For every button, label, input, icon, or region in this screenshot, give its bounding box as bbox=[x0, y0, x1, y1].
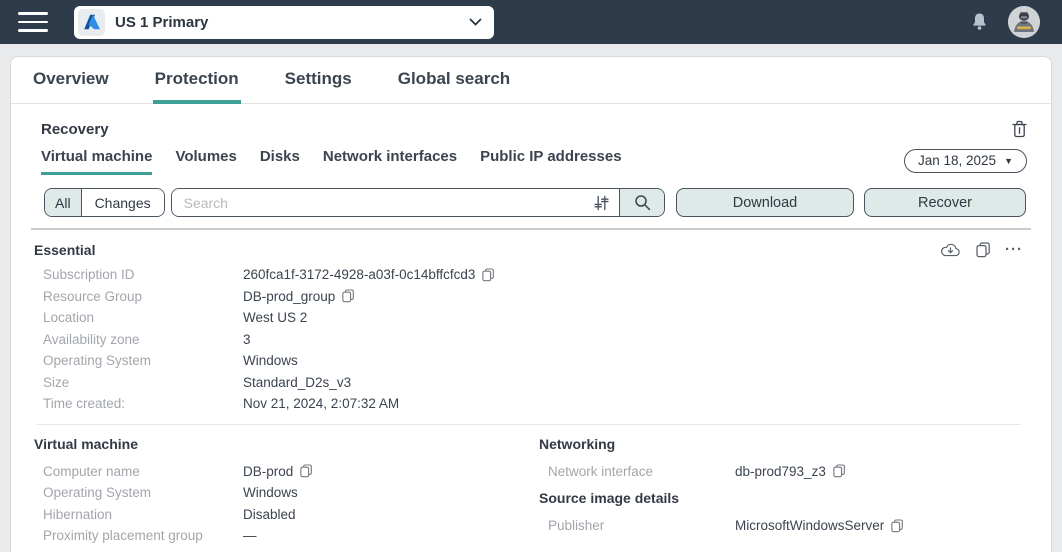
search-box bbox=[170, 188, 665, 217]
subtab-volumes[interactable]: Volumes bbox=[175, 148, 236, 175]
essential-properties-list: Subscription ID 260fca1f-3172-4928-a03f-… bbox=[34, 264, 1027, 415]
recover-button[interactable]: Recover bbox=[864, 188, 1026, 217]
detail-row: Network interface db-prod793_z3 bbox=[539, 461, 1027, 483]
notification-bell-icon[interactable] bbox=[971, 12, 988, 32]
networking-section: Networking Network interface db-prod793_… bbox=[539, 436, 1027, 547]
tab-protection[interactable]: Protection bbox=[152, 69, 241, 104]
detail-row: Subscription ID 260fca1f-3172-4928-a03f-… bbox=[34, 264, 1027, 286]
detail-row: Operating System Windows bbox=[43, 353, 298, 369]
cloud-download-icon[interactable] bbox=[940, 242, 961, 258]
detail-row: Computer name DB-prod bbox=[34, 461, 539, 483]
search-input[interactable] bbox=[171, 189, 583, 216]
subtab-network-interfaces[interactable]: Network interfaces bbox=[323, 148, 457, 175]
essential-section: Essential ··· Subscription ID 260fca1f-3… bbox=[11, 230, 1051, 415]
detail-row: Size Standard_D2s_v3 bbox=[43, 374, 352, 390]
detail-row: Operating System Windows bbox=[43, 485, 298, 501]
copy-icon[interactable] bbox=[891, 519, 904, 533]
tab-global-search[interactable]: Global search bbox=[396, 69, 512, 104]
filter-segmented-control: All Changes bbox=[44, 188, 165, 217]
more-options-ellipsis-icon[interactable]: ··· bbox=[1005, 241, 1023, 258]
scope-selector-dropdown[interactable]: US 1 Primary bbox=[74, 5, 494, 39]
virtual-machine-section: Virtual machine Computer name DB-prod Op… bbox=[34, 436, 539, 547]
search-submit-button[interactable] bbox=[619, 189, 664, 216]
top-bar: US 1 Primary bbox=[0, 0, 1062, 44]
download-button[interactable]: Download bbox=[676, 188, 854, 217]
tab-settings[interactable]: Settings bbox=[283, 69, 354, 104]
copy-icon[interactable] bbox=[833, 464, 845, 478]
source-image-details-title: Source image details bbox=[539, 490, 680, 506]
filter-options-icon[interactable] bbox=[583, 189, 619, 216]
detail-row: Hibernation Disabled bbox=[43, 506, 296, 522]
subtab-public-ip-addresses[interactable]: Public IP addresses bbox=[480, 148, 621, 175]
filter-all-button[interactable]: All bbox=[45, 189, 81, 216]
networking-section-title: Networking bbox=[539, 435, 616, 452]
hamburger-menu-icon[interactable] bbox=[18, 12, 48, 32]
subtab-disks[interactable]: Disks bbox=[260, 148, 300, 175]
detail-row: Time created: Nov 21, 2024, 2:07:32 AM bbox=[43, 396, 400, 412]
user-avatar[interactable] bbox=[1008, 6, 1040, 38]
dropdown-caret-icon: ▼ bbox=[1004, 155, 1013, 166]
copy-icon[interactable] bbox=[482, 268, 495, 282]
chevron-down-icon bbox=[469, 13, 482, 31]
detail-row: Proximity placement group — bbox=[43, 528, 257, 544]
scope-selector-label: US 1 Primary bbox=[115, 13, 209, 31]
primary-tabs: Overview Protection Settings Global sear… bbox=[11, 57, 1051, 104]
azure-logo-icon bbox=[78, 8, 105, 36]
recovery-date-label: Jan 18, 2025 bbox=[918, 153, 997, 168]
delete-trash-icon[interactable] bbox=[1012, 120, 1027, 138]
recovery-date-selector[interactable]: Jan 18, 2025 ▼ bbox=[904, 149, 1027, 173]
copy-all-icon[interactable] bbox=[976, 241, 990, 258]
subtab-virtual-machine[interactable]: Virtual machine bbox=[41, 148, 153, 175]
essential-section-title: Essential bbox=[34, 241, 96, 258]
recovery-subtabs: Virtual machine Volumes Disks Network in… bbox=[41, 148, 622, 175]
source-image-details-section: Source image details Publisher Microsoft… bbox=[539, 490, 1027, 537]
copy-icon[interactable] bbox=[300, 464, 313, 478]
detail-row: Location West US 2 bbox=[43, 310, 308, 326]
detail-row: Publisher MicrosoftWindowsServer bbox=[539, 515, 1027, 537]
detail-row: Availability zone 3 bbox=[43, 331, 251, 347]
virtual-machine-section-title: Virtual machine bbox=[34, 435, 139, 452]
tab-overview[interactable]: Overview bbox=[31, 69, 111, 104]
filter-changes-button[interactable]: Changes bbox=[80, 189, 164, 216]
copy-icon[interactable] bbox=[342, 289, 355, 303]
page-title: Recovery bbox=[41, 120, 109, 138]
main-content-card: Overview Protection Settings Global sear… bbox=[10, 56, 1052, 552]
detail-row: Resource Group DB-prod_group bbox=[34, 286, 1027, 308]
